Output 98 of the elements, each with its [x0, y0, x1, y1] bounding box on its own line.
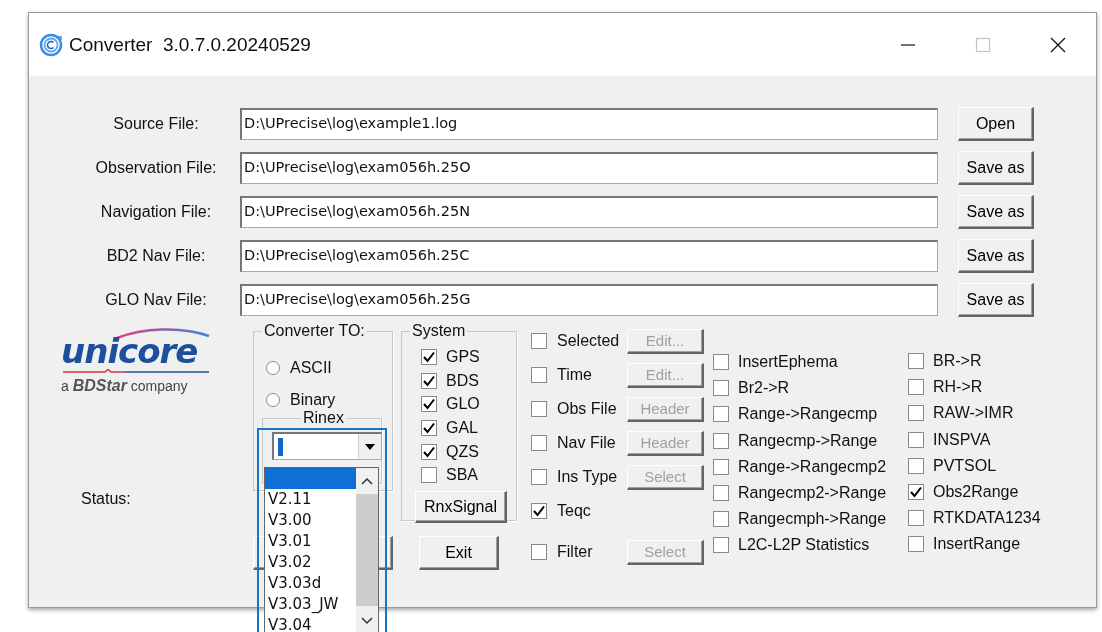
checkbox-label: Ins Type — [557, 468, 619, 486]
list-item[interactable]: V3.03_JW — [265, 594, 356, 615]
checkbox-label: Filter — [557, 543, 594, 561]
checkbox[interactable] — [531, 367, 547, 383]
file-path-field[interactable]: D:\UPrecise\log\exam056h.25O — [240, 152, 938, 184]
checkbox-label: Rangecmp->Range — [738, 431, 878, 450]
checkbox[interactable] — [713, 354, 729, 371]
checkbox[interactable] — [421, 348, 437, 365]
save-as-button[interactable]: Save as — [958, 151, 1034, 185]
save-as-button[interactable]: Save as — [958, 195, 1034, 229]
checkbox-label: Obs2Range — [933, 483, 1019, 502]
caret-icon — [365, 443, 375, 450]
app-icon — [39, 32, 63, 57]
checkbox-label: InsertRange — [933, 535, 1021, 554]
checkbox-label: Obs File — [557, 400, 618, 418]
checkbox-label: GPS — [446, 347, 480, 366]
checkbox[interactable] — [908, 510, 924, 527]
list-item[interactable]: V2.11 — [265, 489, 356, 510]
file-path-field[interactable]: D:\UPrecise\log\exam056h.25N — [240, 196, 938, 228]
checkbox-label: Range->Rangecmp2 — [738, 457, 887, 476]
checkbox[interactable] — [531, 333, 547, 349]
checkbox[interactable] — [908, 484, 924, 501]
radio-button[interactable] — [266, 361, 280, 375]
checkbox-label: Rangecmp2->Range — [738, 484, 887, 503]
checkbox-label: QZS — [446, 442, 479, 461]
checkbox[interactable] — [908, 457, 924, 474]
checkbox[interactable] — [421, 443, 437, 460]
list-item[interactable]: V3.02 — [265, 552, 356, 573]
radio-label: Binary — [290, 391, 336, 409]
checkbox[interactable] — [908, 536, 924, 553]
checkbox-label: RH->R — [933, 378, 983, 397]
checkbox-label: Br2->R — [738, 379, 790, 398]
checkbox[interactable] — [908, 405, 924, 422]
checkbox[interactable] — [421, 396, 437, 413]
checkbox-label: RTKDATA1234 — [933, 509, 1041, 528]
checkbox-label: RAW->IMR — [933, 404, 1014, 423]
checkbox[interactable] — [531, 503, 547, 519]
checkbox-label: BDS — [446, 371, 479, 390]
scroll-thumb[interactable] — [356, 494, 378, 606]
save-as-button[interactable]: Save as — [958, 239, 1034, 273]
checkbox[interactable] — [908, 431, 924, 448]
open-button[interactable]: Open — [958, 107, 1034, 141]
field-label: Observation File: — [94, 159, 218, 177]
checkbox-label: L2C-L2P Statistics — [738, 536, 870, 555]
checkbox[interactable] — [531, 401, 547, 417]
checkbox[interactable] — [531, 469, 547, 485]
checkbox-label: Time — [557, 366, 593, 384]
checkbox[interactable] — [713, 485, 729, 502]
checkbox[interactable] — [908, 379, 924, 396]
window-title: Converter 3.0.7.0.20240529 — [69, 33, 311, 56]
checkbox-label: Range->Rangecmp — [738, 405, 878, 424]
logo-wordmark: unicore — [61, 333, 199, 369]
checkbox[interactable] — [713, 432, 729, 449]
checkbox-label: Teqc — [557, 502, 592, 520]
field-label: GLO Nav File: — [104, 291, 208, 309]
checkbox-label: SBA — [446, 466, 478, 485]
field-label: Navigation File: — [99, 203, 213, 221]
checkbox[interactable] — [713, 458, 729, 475]
radio-button[interactable] — [266, 393, 280, 407]
checkbox-label: PVTSOL — [933, 456, 997, 475]
file-path-field[interactable]: D:\UPrecise\log\exam056h.25G — [240, 284, 938, 316]
checkbox-label: INSPVA — [933, 430, 991, 449]
checkbox[interactable] — [531, 435, 547, 451]
list-item[interactable]: V3.00 — [265, 510, 356, 531]
checkbox[interactable] — [421, 467, 437, 484]
checkbox[interactable] — [421, 419, 437, 436]
status-label: Status: — [81, 490, 132, 508]
swoosh-icon — [116, 326, 211, 339]
exit-button[interactable]: Exit — [419, 536, 499, 570]
radio-label: ASCII — [290, 359, 332, 377]
list-item[interactable]: V3.04 — [265, 615, 356, 632]
checkbox[interactable] — [713, 537, 729, 554]
group-title: System — [410, 322, 468, 340]
checkbox[interactable] — [713, 406, 729, 423]
checkbox-label: BR->R — [933, 352, 982, 371]
checkbox[interactable] — [531, 544, 547, 560]
list-item[interactable]: V3.01 — [265, 531, 356, 552]
checkbox-label: Selected — [557, 332, 621, 350]
list-item[interactable]: V3.03d — [265, 573, 356, 594]
checkbox-label: GLO — [446, 395, 480, 414]
rinex-dropdown[interactable] — [272, 432, 382, 460]
checkbox[interactable] — [713, 511, 729, 528]
file-path-field[interactable]: D:\UPrecise\log\example1.log — [240, 108, 938, 140]
scrollbar[interactable] — [356, 468, 378, 632]
checkbox-label: Rangecmph->Range — [738, 510, 887, 529]
checkbox-label: Nav File — [557, 434, 617, 452]
file-path-field[interactable]: D:\UPrecise\log\exam056h.25C — [240, 240, 938, 272]
checkbox[interactable] — [421, 372, 437, 389]
checkbox[interactable] — [908, 353, 924, 370]
field-label: Source File: — [112, 115, 200, 133]
checkbox-label: GAL — [446, 418, 478, 437]
logo-underline-icon — [61, 369, 211, 375]
rnx-signal-button[interactable]: RnxSignal — [415, 491, 507, 524]
logo-tagline: a BDStar company — [61, 377, 189, 395]
field-label: BD2 Nav File: — [105, 247, 207, 265]
checkbox[interactable] — [713, 380, 729, 397]
save-as-button[interactable]: Save as — [958, 283, 1034, 317]
checkbox-label: InsertEphema — [738, 353, 838, 372]
